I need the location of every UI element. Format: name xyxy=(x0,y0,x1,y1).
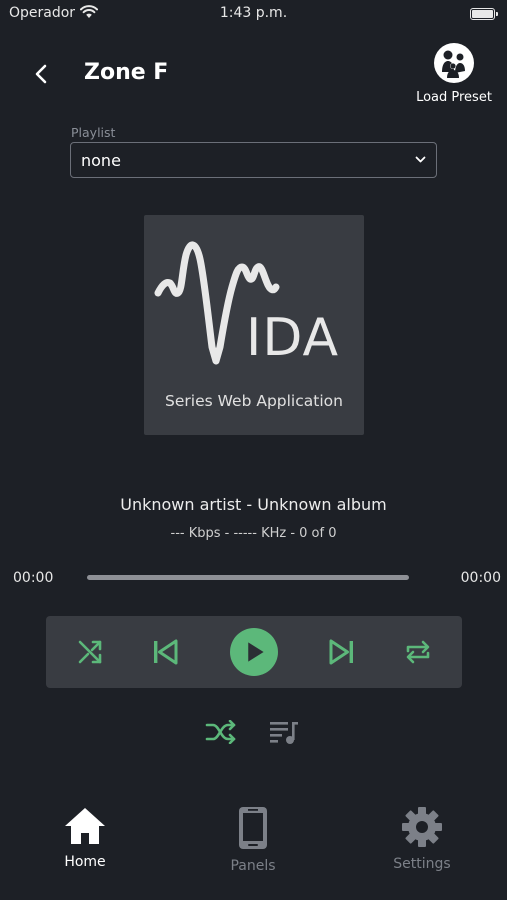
next-button[interactable] xyxy=(318,616,366,688)
repeat-button[interactable] xyxy=(394,616,442,688)
crossfade-button[interactable] xyxy=(203,714,239,750)
battery-icon xyxy=(470,8,498,20)
crossfade-icon xyxy=(205,720,236,744)
vida-logo-text: IDA xyxy=(246,308,340,368)
playlist-music-icon xyxy=(270,722,298,744)
header: Zone F Load Preset xyxy=(0,38,507,118)
tablet-icon xyxy=(239,807,267,849)
nav-label-home: Home xyxy=(64,854,106,870)
playlist-select[interactable]: none xyxy=(70,142,437,178)
playback-controls xyxy=(46,616,462,688)
page-title: Zone F xyxy=(84,60,169,85)
shuffle-button[interactable] xyxy=(66,616,114,688)
gear-icon xyxy=(402,807,442,847)
status-bar: Operador 1:43 p.m. xyxy=(0,0,507,28)
elapsed-time: 00:00 xyxy=(13,570,54,586)
nav-item-settings[interactable]: Settings xyxy=(367,806,477,886)
vida-logo-caption: Series Web Application xyxy=(165,392,343,410)
play-icon xyxy=(230,628,278,676)
play-button[interactable] xyxy=(230,616,278,688)
people-group-icon xyxy=(434,43,474,83)
total-time: 00:00 xyxy=(460,570,501,586)
secondary-controls xyxy=(0,714,507,750)
playlist-value: none xyxy=(81,151,121,170)
previous-button[interactable] xyxy=(141,616,189,688)
progress-slider[interactable] xyxy=(87,575,409,580)
nav-item-home[interactable]: Home xyxy=(30,806,140,886)
queue-button[interactable] xyxy=(266,714,302,750)
load-preset-button[interactable]: Load Preset xyxy=(413,38,495,113)
home-icon xyxy=(65,808,105,844)
track-title: Unknown artist - Unknown album xyxy=(120,495,387,514)
album-art: IDA Series Web Application xyxy=(144,215,364,435)
load-preset-label: Load Preset xyxy=(416,90,492,105)
skip-next-icon xyxy=(329,639,353,665)
playlist-label: Playlist xyxy=(71,125,116,140)
repeat-icon xyxy=(406,640,430,664)
nav-label-settings: Settings xyxy=(393,856,451,872)
track-info: --- Kbps - ----- KHz - 0 of 0 xyxy=(170,526,337,541)
chevron-down-icon xyxy=(415,156,426,163)
skip-previous-icon xyxy=(154,639,178,665)
back-button[interactable] xyxy=(30,60,54,88)
nav-label-panels: Panels xyxy=(230,858,276,874)
nav-item-panels[interactable]: Panels xyxy=(198,806,308,886)
clock: 1:43 p.m. xyxy=(219,5,288,21)
shuffle-icon xyxy=(78,640,102,664)
chevron-left-icon xyxy=(35,64,47,84)
bottom-nav: Home Panels Settings xyxy=(0,790,507,900)
